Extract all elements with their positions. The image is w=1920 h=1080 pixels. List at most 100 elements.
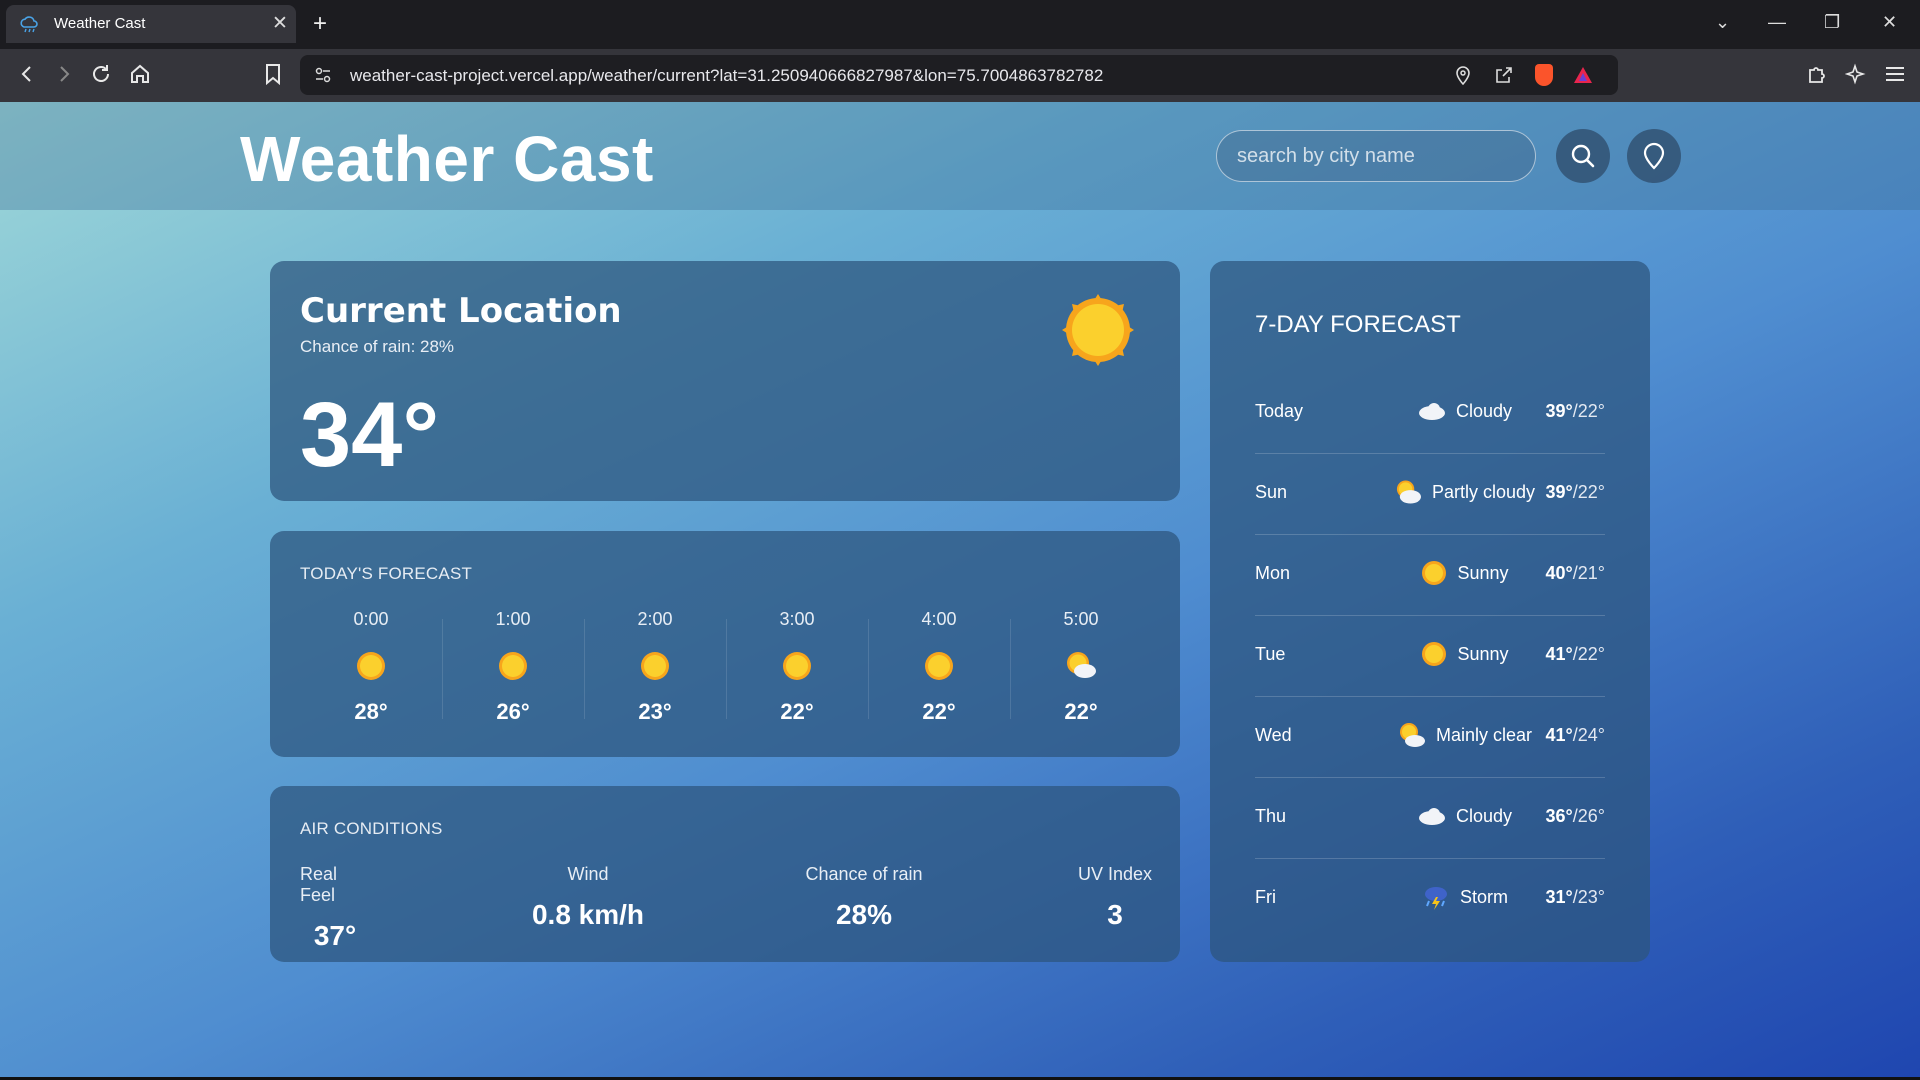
sun-icon [641, 652, 669, 680]
hour-time: 1:00 [495, 609, 531, 629]
hour-temp: 22° [780, 699, 814, 724]
hour-item: 3:00 22° [726, 609, 868, 724]
forecast-day: Today [1255, 401, 1304, 421]
low-temp: /21° [1572, 563, 1605, 583]
tab-title: Weather Cast [54, 15, 146, 32]
chance-of-rain-stat: Chance of rain 28% [784, 864, 944, 931]
high-temp: 41° [1545, 644, 1573, 664]
air-conditions-card: AIR CONDITIONS Real Feel 37° Wind 0.8 km… [270, 786, 1180, 962]
hour-temp: 26° [496, 699, 530, 724]
sun-icon [1062, 294, 1134, 366]
forecast-condition: Mainly clear [1395, 715, 1535, 755]
close-window-icon[interactable]: ✕ [1882, 12, 1897, 33]
forecast-temps: 40°/21° [1546, 563, 1605, 584]
high-temp: 36° [1545, 806, 1573, 826]
chance-of-rain-text: Chance of rain: 28% [300, 337, 455, 356]
leo-ai-icon[interactable] [1841, 59, 1871, 89]
hour-temp: 22° [1064, 699, 1098, 724]
condition-text: Cloudy [1455, 805, 1513, 826]
cloud-rain-favicon-icon [20, 16, 38, 33]
forecast-temps: 39°/22° [1546, 482, 1605, 503]
brave-shield-icon[interactable] [1535, 64, 1553, 86]
extensions-icon[interactable] [1802, 59, 1832, 89]
forecast-day: Thu [1255, 806, 1287, 826]
stat-value: 3 [1107, 899, 1123, 930]
storm-icon [1424, 887, 1447, 910]
condition-text: Sunny [1457, 643, 1509, 664]
forecast-row: Wed Mainly clear 41°/24° [1255, 697, 1605, 778]
condition-text: Cloudy [1455, 400, 1513, 421]
forecast-row: Sun Partly cloudy 39°/22° [1255, 454, 1605, 535]
sun-icon [1422, 561, 1447, 585]
sun-icon [925, 652, 953, 680]
reload-icon[interactable] [86, 59, 116, 89]
forecast-row: Thu Cloudy 36°/26° [1255, 778, 1605, 859]
restore-icon[interactable]: ❐ [1824, 12, 1840, 33]
forecast-temps: 41°/24° [1546, 725, 1605, 746]
todays-forecast-card: TODAY'S FORECAST 0:00 28° 1:00 26° 2:00 … [270, 531, 1180, 757]
stat-label: Real Feel [300, 864, 338, 905]
partly-cloudy-icon [1396, 480, 1421, 504]
low-temp: /22° [1572, 644, 1605, 664]
stat-value: 37° [313, 920, 357, 951]
forecast-temps: 41°/22° [1546, 644, 1605, 665]
minimize-icon[interactable]: — [1768, 12, 1786, 33]
sun-icon [1422, 642, 1447, 666]
home-icon[interactable] [125, 59, 155, 89]
stat-value: 0.8 km/h [531, 899, 645, 930]
hour-item: 5:00 22° [1010, 609, 1152, 724]
location-pin-icon [1643, 142, 1665, 170]
stat-label: Wind [567, 864, 609, 884]
address-bar[interactable]: weather-cast-project.vercel.app/weather/… [300, 55, 1618, 95]
back-icon[interactable] [12, 59, 42, 89]
tab-list-chevron-icon[interactable]: ⌄ [1715, 12, 1730, 33]
hour-temp: 22° [922, 699, 956, 724]
high-temp: 31° [1545, 887, 1573, 907]
forecast-condition: Partly cloudy [1395, 472, 1535, 512]
forecast-temps: 36°/26° [1546, 806, 1605, 827]
high-temp: 41° [1545, 725, 1573, 745]
low-temp: /23° [1572, 887, 1605, 907]
uv-index-stat: UV Index 3 [1070, 864, 1160, 931]
hour-temp: 28° [354, 699, 388, 724]
brave-rewards-icon[interactable] [1572, 65, 1594, 90]
hour-temp: 23° [638, 699, 672, 724]
partly-cloudy-icon [1067, 652, 1096, 678]
site-settings-icon[interactable] [314, 66, 332, 89]
condition-text: Partly cloudy [1431, 481, 1535, 502]
city-search-input[interactable] [1216, 130, 1536, 182]
forward-icon[interactable] [49, 59, 79, 89]
search-button[interactable] [1556, 129, 1610, 183]
air-conditions-label: AIR CONDITIONS [300, 819, 443, 838]
location-pin-icon[interactable] [1455, 65, 1471, 90]
app-logo[interactable]: Weather Cast [240, 122, 654, 196]
new-tab-icon[interactable]: + [313, 10, 327, 38]
sun-icon [357, 652, 385, 680]
stat-label: UV Index [1077, 864, 1153, 884]
hour-item: 2:00 23° [584, 609, 726, 724]
forecast-day: Wed [1255, 725, 1292, 745]
wind-stat: Wind 0.8 km/h [508, 864, 668, 931]
search-icon [1571, 144, 1595, 168]
url-text: weather-cast-project.vercel.app/weather/… [350, 66, 1104, 85]
tab-bar: Weather Cast ✕ + ⌄ — ❐ ✕ [0, 0, 1920, 49]
high-temp: 39° [1545, 482, 1573, 502]
app-header: Weather Cast [0, 102, 1920, 210]
condition-text: Storm [1459, 886, 1508, 907]
cloud-icon [1418, 403, 1445, 420]
todays-forecast-label: TODAY'S FORECAST [300, 564, 473, 583]
menu-icon[interactable] [1880, 59, 1910, 89]
forecast-temps: 39°/22° [1546, 401, 1605, 422]
forecast-day: Sun [1255, 482, 1288, 502]
bookmark-icon[interactable] [258, 59, 288, 89]
tab-close-icon[interactable]: ✕ [272, 14, 288, 34]
hour-time: 4:00 [921, 609, 957, 629]
current-location-title: Current Location [300, 291, 622, 331]
browser-tab[interactable]: Weather Cast ✕ [6, 5, 296, 43]
share-icon[interactable] [1494, 65, 1514, 90]
forecast-condition: Sunny [1395, 634, 1535, 674]
partly-cloudy-icon [1399, 723, 1425, 747]
high-temp: 40° [1545, 563, 1573, 583]
current-location-button[interactable] [1627, 129, 1681, 183]
hour-item: 1:00 26° [442, 609, 584, 724]
